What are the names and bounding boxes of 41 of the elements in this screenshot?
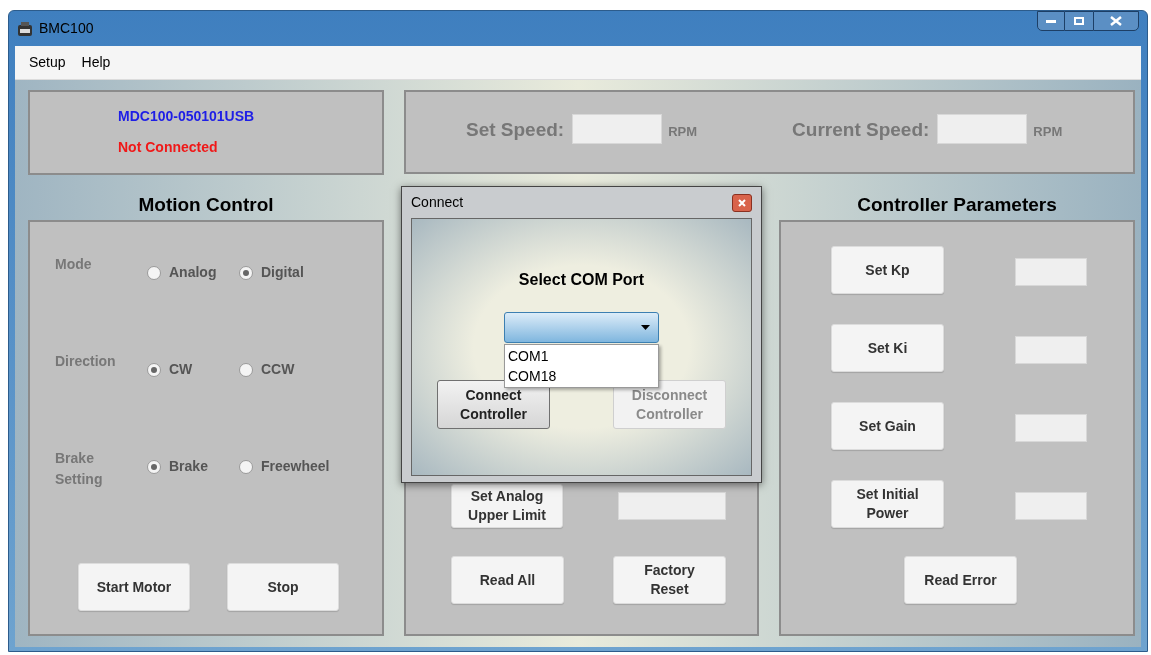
app-logo-icon xyxy=(17,20,33,37)
set-speed-label: Set Speed: xyxy=(466,118,565,142)
close-icon xyxy=(1110,16,1122,26)
group-label: Mode xyxy=(55,255,93,274)
dialog-button[interactable]: Connect Controller xyxy=(437,380,550,429)
radio-label: Analog xyxy=(169,263,217,282)
minimize-button[interactable] xyxy=(1037,11,1065,31)
parameter-button[interactable]: Read All xyxy=(451,556,564,604)
device-model: MDC100-050101USB xyxy=(118,107,256,126)
dialog-heading: Select COM Port xyxy=(518,270,645,290)
close-icon xyxy=(738,198,746,207)
rpm-label: RPM xyxy=(668,123,698,141)
parameter-button[interactable]: Set Gain xyxy=(831,402,944,450)
dialog-title: Connect xyxy=(411,193,464,212)
section-heading: Controller Parameters xyxy=(857,192,1057,217)
window-title: BMC100 xyxy=(39,19,94,38)
dropdown-option[interactable]: COM1 xyxy=(505,346,658,366)
caret-icon xyxy=(641,325,650,330)
parameter-button[interactable]: Factory Reset xyxy=(613,556,726,604)
radio-label: CCW xyxy=(261,360,295,379)
radio-label: Brake xyxy=(169,457,208,476)
menu-item[interactable]: Help xyxy=(75,52,117,73)
rpm-label: RPM xyxy=(1033,123,1063,141)
radio-label: Freewheel xyxy=(261,457,330,476)
menu-item[interactable]: Setup xyxy=(23,52,72,73)
analog-limit-button[interactable]: Set Analog Upper Limit xyxy=(451,484,563,528)
current-speed-label: Current Speed: xyxy=(792,118,930,142)
close-button[interactable] xyxy=(1093,11,1139,31)
close-button[interactable] xyxy=(732,193,752,212)
read-error-button[interactable]: Read Error xyxy=(904,556,1017,604)
section-heading: Motion Control xyxy=(138,192,274,217)
connection-status: Not Connected xyxy=(118,138,219,157)
group-label: Direction xyxy=(55,352,115,371)
maximize-button[interactable] xyxy=(1065,11,1093,31)
parameter-button[interactable]: Set Ki xyxy=(831,324,944,372)
radio-label: CW xyxy=(169,360,193,379)
parameter-button[interactable]: Set Kp xyxy=(831,246,944,294)
port-dropdown[interactable] xyxy=(504,312,659,343)
group-label: Brake Setting xyxy=(55,449,104,489)
radio-label: Digital xyxy=(261,263,304,282)
parameter-button[interactable]: Set Initial Power xyxy=(831,480,944,528)
